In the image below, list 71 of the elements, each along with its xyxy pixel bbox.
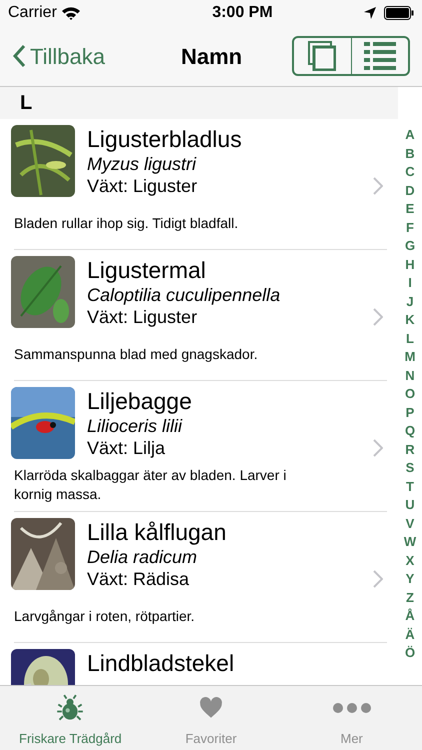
pest-name: Ligustermal xyxy=(87,256,207,284)
tab-item[interactable]: Friskare Trädgård xyxy=(0,686,141,750)
index-letter[interactable]: H xyxy=(405,256,415,274)
index-letter[interactable]: G xyxy=(404,237,416,256)
list-row[interactable]: Ligustermal Caloptilia cuculipennella Växt: Liguster Sammanspunna blad med gnagskador. xyxy=(0,250,398,381)
index-letter[interactable]: Z xyxy=(406,588,414,607)
latin-name: Lilioceris lilii xyxy=(87,415,184,437)
chevron-right-icon xyxy=(373,177,383,195)
index-letter[interactable]: U xyxy=(405,496,415,514)
plant-label: Växt: Liguster xyxy=(87,306,198,328)
index-letter[interactable]: Ö xyxy=(404,644,416,662)
pest-name: Lindbladstekel xyxy=(87,649,236,677)
ladybug-icon xyxy=(56,694,84,722)
more-icon xyxy=(332,702,372,714)
index-letter[interactable]: T xyxy=(406,478,414,496)
nav-title: Namn xyxy=(181,42,242,70)
index-letter[interactable]: X xyxy=(406,552,414,570)
tab-item[interactable]: Favoriter xyxy=(140,686,282,750)
wifi-icon xyxy=(60,6,81,20)
index-letter[interactable]: K xyxy=(405,311,415,330)
chevron-left-icon xyxy=(12,44,26,68)
index-letter[interactable]: R xyxy=(405,440,415,459)
index-letter[interactable]: D xyxy=(405,182,415,200)
chevron-right-icon xyxy=(373,570,383,588)
description-text: Larvgångar i roten, rötpartier. xyxy=(14,606,196,626)
plant-label: Växt: Rädisa xyxy=(87,568,190,590)
index-letter[interactable]: L xyxy=(406,330,414,348)
index-letter[interactable]: B xyxy=(405,144,415,163)
heart-icon xyxy=(198,694,224,720)
description-text: Sammanspunna blad med gnagskador. xyxy=(14,344,259,364)
back-button[interactable]: Tillbaka xyxy=(12,40,105,72)
index-letter[interactable]: N xyxy=(405,366,415,385)
list-row[interactable]: Lilla kålflugan Delia radicum Växt: Rädisa Larvgångar i roten, rötpartier. xyxy=(0,512,398,643)
pest-name: Liljebagge xyxy=(87,387,193,415)
carrier-label: Carrier xyxy=(8,3,57,23)
list-icon xyxy=(364,42,396,70)
tab-item[interactable]: Mer xyxy=(281,686,422,750)
index-letter[interactable]: W xyxy=(404,533,416,552)
index-letter[interactable]: E xyxy=(406,200,414,218)
description-text: Bladen rullar ihop sig. Tidigt bladfall. xyxy=(14,214,240,232)
latin-name: Myzus ligustri xyxy=(87,153,198,175)
battery-icon xyxy=(384,6,414,20)
list-row[interactable]: Ligusterbladlus Myzus ligustri Växt: Liguster Bladen rullar ihop sig. Tidigt bladfall. xyxy=(0,119,398,250)
description-text: Klarröda skalbaggar äter av bladen. Larver i kornig massa. xyxy=(14,466,288,504)
index-letter[interactable]: I xyxy=(408,274,412,292)
stacked-pages-icon xyxy=(308,41,336,71)
index-letter[interactable]: F xyxy=(406,218,414,237)
index-letter[interactable]: Å xyxy=(405,607,415,626)
index-letter[interactable]: M xyxy=(404,348,416,366)
index-letter[interactable]: Q xyxy=(404,422,416,440)
index-letter[interactable]: J xyxy=(406,292,414,311)
index-letter[interactable]: O xyxy=(404,385,416,404)
chevron-right-icon xyxy=(373,439,383,457)
section-header: L xyxy=(0,87,398,119)
index-letter[interactable]: P xyxy=(406,404,414,422)
index-letter[interactable]: C xyxy=(405,163,415,182)
pest-name: Lilla kålflugan xyxy=(87,518,228,546)
index-letter[interactable]: Ä xyxy=(405,626,415,644)
list-row[interactable]: Liljebagge Lilioceris lilii Växt: Lilja Klarröda skalbaggar äter av bladen. Larver i kornig massa. xyxy=(0,381,398,512)
index-letter[interactable]: A xyxy=(405,126,415,144)
index-letter[interactable]: S xyxy=(406,459,414,478)
clock-time: 3:00 PM xyxy=(212,3,273,23)
plant-label: Växt: Lilja xyxy=(87,437,166,459)
latin-name: Caloptilia cuculipennella xyxy=(87,284,282,306)
latin-name: Delia radicum xyxy=(87,546,198,568)
index-letter[interactable]: Y xyxy=(406,570,414,588)
index-letter[interactable]: V xyxy=(406,514,414,533)
chevron-right-icon xyxy=(373,308,383,326)
plant-label: Växt: Liguster xyxy=(87,175,198,197)
pest-name: Ligusterbladlus xyxy=(87,125,243,153)
location-arrow-icon xyxy=(364,7,376,19)
